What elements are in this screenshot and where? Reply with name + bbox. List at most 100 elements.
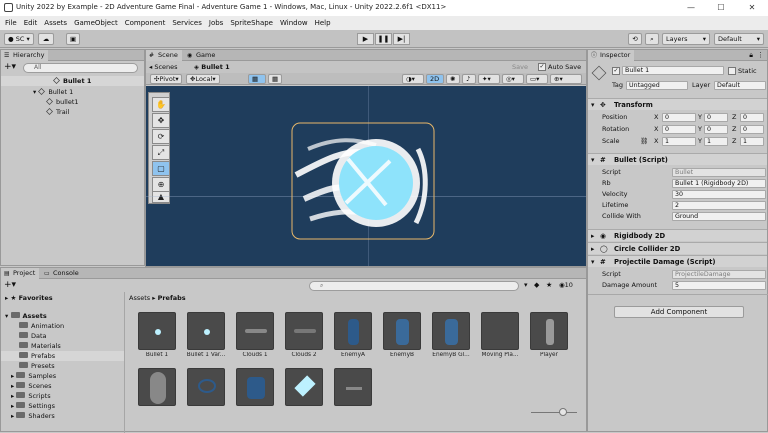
projectile-header[interactable]: ▾ # Projectile Damage (Script) bbox=[588, 255, 767, 267]
hidden-objects-toggle[interactable]: ◎▾ bbox=[502, 74, 524, 84]
hierarchy-item[interactable]: Trail bbox=[1, 107, 144, 117]
camera-dropdown[interactable]: ▭▾ bbox=[526, 74, 548, 84]
static-checkbox[interactable] bbox=[728, 67, 736, 75]
menu-gameobject[interactable]: GameObject bbox=[74, 16, 118, 30]
audio-toggle[interactable]: ♪ bbox=[462, 74, 476, 84]
lifetime-field[interactable]: 2 bbox=[672, 201, 766, 210]
asset-thumb-bullet-1[interactable] bbox=[138, 312, 176, 350]
menu-file[interactable]: File bbox=[5, 16, 17, 30]
menu-jobs[interactable]: Jobs bbox=[209, 16, 223, 30]
account-dropdown[interactable]: ● SC ▾ bbox=[4, 33, 34, 45]
search-button[interactable]: ⌕ bbox=[645, 33, 659, 45]
bullet-script-header[interactable]: ▾ # Bullet (Script) bbox=[588, 153, 767, 165]
tab-scene[interactable]: # Scene bbox=[146, 50, 182, 61]
tree-item-samples[interactable]: ▸ Samples bbox=[1, 371, 124, 381]
scene-root-row[interactable]: Bullet 1 bbox=[1, 76, 144, 86]
breadcrumb-assets[interactable]: Assets bbox=[129, 294, 150, 302]
add-component-button[interactable]: Add Component bbox=[614, 306, 744, 318]
rotation-x-field[interactable]: 0 bbox=[662, 125, 696, 134]
draw-mode-dropdown[interactable]: ◑▾ bbox=[402, 74, 424, 84]
grid-visibility-toggle[interactable]: ▦ bbox=[268, 74, 282, 84]
tree-item-animation[interactable]: Animation bbox=[1, 321, 124, 331]
asset-thumb-enemy-a[interactable] bbox=[334, 312, 372, 350]
tag-filter-icon[interactable]: ◆ bbox=[534, 281, 539, 289]
tree-item-data[interactable]: Data bbox=[1, 331, 124, 341]
asset-thumb-bullet-1-variant[interactable] bbox=[187, 312, 225, 350]
asset-thumb[interactable] bbox=[187, 368, 225, 406]
tab-inspector[interactable]: ⓘ Inspector bbox=[588, 50, 635, 61]
position-y-field[interactable]: 0 bbox=[704, 113, 728, 122]
menu-spriteshape[interactable]: SpriteShape bbox=[230, 16, 273, 30]
breadcrumb-prefabs[interactable]: Prefabs bbox=[158, 294, 186, 302]
play-button[interactable]: ▶ bbox=[357, 33, 374, 45]
local-dropdown[interactable]: ✥Local▾ bbox=[186, 74, 220, 84]
tab-game[interactable]: ◉ Game bbox=[184, 50, 219, 61]
2d-toggle[interactable]: 2D bbox=[426, 74, 444, 84]
pivot-dropdown[interactable]: ✣Pivot▾ bbox=[150, 74, 182, 84]
add-button[interactable]: +▾ bbox=[4, 63, 16, 72]
scene-viewport[interactable]: ✋ ✥ ⟳ ⤢ ▢ ⊕ ▲ bbox=[146, 86, 586, 266]
asset-thumb[interactable] bbox=[285, 368, 323, 406]
object-name-field[interactable]: Bullet 1 bbox=[622, 66, 724, 75]
history-button[interactable]: ⟲ bbox=[628, 33, 642, 45]
menu-component[interactable]: Component bbox=[125, 16, 166, 30]
zoom-slider-track[interactable] bbox=[531, 412, 577, 413]
asset-thumb-enemy-b-glow[interactable] bbox=[432, 312, 470, 350]
menu-assets[interactable]: Assets bbox=[44, 16, 67, 30]
effects-dropdown[interactable]: ✦▾ bbox=[478, 74, 500, 84]
link-icon[interactable]: ⛓ bbox=[640, 136, 648, 147]
tree-assets[interactable]: ▾ Assets bbox=[1, 311, 124, 321]
tree-item-prefabs[interactable]: Prefabs bbox=[1, 351, 124, 361]
layers-dropdown[interactable]: Layers ▾ bbox=[662, 33, 710, 45]
asset-thumb[interactable] bbox=[138, 368, 176, 406]
scale-x-field[interactable]: 1 bbox=[662, 137, 696, 146]
more-options-icon[interactable]: ⋮ bbox=[757, 51, 764, 59]
active-checkbox[interactable]: ✓ bbox=[612, 67, 620, 75]
rotate-tool[interactable]: ⟳ bbox=[152, 129, 170, 144]
transform-tool[interactable]: ⊕ bbox=[152, 177, 170, 192]
asset-thumb[interactable] bbox=[334, 368, 372, 406]
layout-dropdown[interactable]: Default ▾ bbox=[714, 33, 764, 45]
asset-thumb-clouds-2[interactable] bbox=[285, 312, 323, 350]
menu-window[interactable]: Window bbox=[280, 16, 308, 30]
hand-tool[interactable]: ✋ bbox=[152, 97, 170, 112]
position-x-field[interactable]: 0 bbox=[662, 113, 696, 122]
maximize-button[interactable]: ☐ bbox=[706, 0, 736, 16]
hierarchy-search[interactable]: All bbox=[23, 63, 138, 73]
tree-item-materials[interactable]: Materials bbox=[1, 341, 124, 351]
star-icon[interactable]: ★ bbox=[546, 281, 552, 289]
menu-edit[interactable]: Edit bbox=[24, 16, 38, 30]
minimize-button[interactable]: — bbox=[676, 0, 706, 16]
collide-with-dropdown[interactable]: Ground bbox=[672, 212, 766, 221]
filter-icon[interactable]: ▾ bbox=[524, 281, 528, 289]
close-button[interactable]: ✕ bbox=[737, 0, 767, 16]
lock-icon[interactable]: 🔒︎ bbox=[749, 51, 753, 60]
bullet-sprite[interactable] bbox=[286, 119, 446, 247]
cloud-button[interactable]: ☁ bbox=[38, 33, 54, 45]
tree-item-scenes[interactable]: ▸ Scenes bbox=[1, 381, 124, 391]
asset-thumb-clouds-1[interactable] bbox=[236, 312, 274, 350]
project-search[interactable]: ⌕ bbox=[309, 281, 519, 291]
tab-hierarchy[interactable]: ☰ Hierarchy bbox=[1, 50, 49, 61]
auto-save-checkbox[interactable]: ✓ bbox=[538, 63, 546, 71]
layer-dropdown[interactable]: Default bbox=[714, 81, 766, 90]
grid-snap-toggle[interactable]: ▦ bbox=[248, 74, 266, 84]
velocity-field[interactable]: 30 bbox=[672, 190, 766, 199]
tab-console[interactable]: ▭ Console bbox=[41, 268, 83, 279]
breadcrumb-prefab[interactable]: ◈ Bullet 1 bbox=[194, 62, 230, 72]
rigidbody-header[interactable]: ▸ ◉ Rigidbody 2D bbox=[588, 229, 767, 241]
lighting-toggle[interactable]: ✺ bbox=[446, 74, 460, 84]
scale-y-field[interactable]: 1 bbox=[704, 137, 728, 146]
menu-help[interactable]: Help bbox=[315, 16, 331, 30]
zoom-slider-handle[interactable] bbox=[559, 408, 567, 416]
asset-thumb[interactable] bbox=[236, 368, 274, 406]
rotation-z-field[interactable]: 0 bbox=[740, 125, 764, 134]
collab-button[interactable]: ▣ bbox=[66, 33, 80, 45]
position-z-field[interactable]: 0 bbox=[740, 113, 764, 122]
create-button[interactable]: +▾ bbox=[4, 281, 16, 290]
tree-favorites[interactable]: ▸ ★ Favorites bbox=[1, 293, 124, 303]
tree-item-scripts[interactable]: ▸ Scripts bbox=[1, 391, 124, 401]
move-tool[interactable]: ✥ bbox=[152, 113, 170, 128]
tree-item-settings[interactable]: ▸ Settings bbox=[1, 401, 124, 411]
scale-tool[interactable]: ⤢ bbox=[152, 145, 170, 160]
